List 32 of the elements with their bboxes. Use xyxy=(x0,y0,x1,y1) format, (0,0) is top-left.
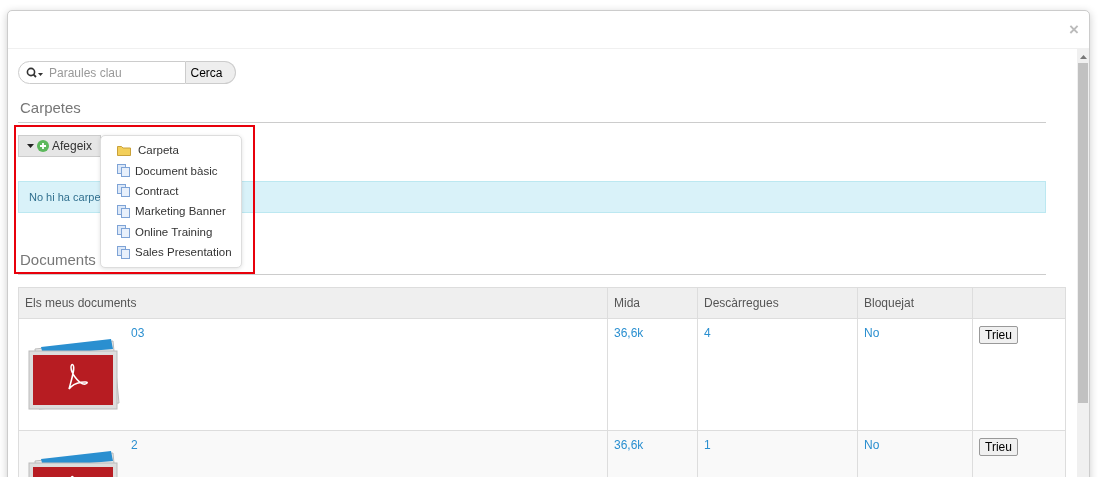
documents-icon xyxy=(117,225,130,239)
add-button[interactable]: Afegeix xyxy=(18,135,102,157)
size-link[interactable]: 36,6k xyxy=(614,326,644,340)
documents-icon xyxy=(117,204,130,218)
menu-item[interactable]: Contract xyxy=(101,180,241,202)
search-field[interactable]: Paraules clau xyxy=(18,61,186,84)
search-icon xyxy=(26,67,44,79)
scrollbar[interactable] xyxy=(1077,49,1089,477)
column-header: Descàrregues xyxy=(697,287,858,319)
documents-icon xyxy=(117,245,130,259)
column-header: Mida xyxy=(607,287,698,319)
choose-button[interactable]: Trieu xyxy=(979,438,1018,456)
menu-item[interactable]: Document bàsic xyxy=(101,160,241,181)
column-header: Els meus documents xyxy=(18,287,608,319)
documents-icon xyxy=(117,184,130,198)
folder-icon xyxy=(117,144,131,156)
choose-button[interactable]: Trieu xyxy=(979,326,1018,344)
section-heading: Carpetes xyxy=(20,99,81,116)
caret-icon xyxy=(27,144,34,148)
menu-item[interactable]: Online Training xyxy=(101,221,241,242)
menu-item[interactable]: Marketing Banner xyxy=(101,201,241,222)
document-link[interactable]: 03 xyxy=(131,326,145,411)
section-heading: Documents xyxy=(20,251,96,268)
menu-item[interactable]: Sales Presentation xyxy=(101,241,241,263)
column-header: Bloquejat xyxy=(857,287,973,319)
search-button[interactable]: Cerca xyxy=(186,61,236,84)
menu-item[interactable]: Carpeta xyxy=(101,140,241,161)
documents-icon xyxy=(117,164,130,178)
locked-link[interactable]: No xyxy=(864,326,880,340)
downloads-link[interactable]: 4 xyxy=(704,326,711,340)
plus-circle-icon xyxy=(37,140,49,152)
scroll-up-icon xyxy=(1079,55,1087,59)
